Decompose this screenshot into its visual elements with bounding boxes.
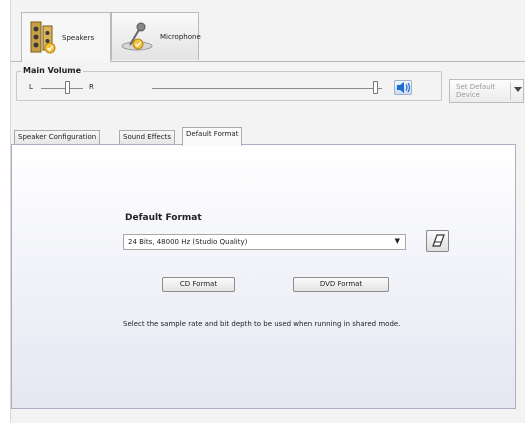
set-default-label-line1: Set Default xyxy=(456,83,496,91)
audio-manager-window: Speakers Microphone Main Volume L R Set … xyxy=(10,0,525,423)
balance-slider-handle[interactable] xyxy=(65,81,70,94)
tab-speakers[interactable]: Speakers xyxy=(21,12,111,62)
volume-slider-handle[interactable] xyxy=(373,81,378,94)
default-format-panel: Default Format 24 Bits, 48000 Hz (Studio… xyxy=(11,144,516,409)
eraser-icon xyxy=(427,234,448,253)
tab-speakers-label: Speakers xyxy=(62,33,95,42)
tab-sound-effects[interactable]: Sound Effects xyxy=(119,130,176,145)
mute-button[interactable] xyxy=(394,80,412,95)
volume-slider-track[interactable] xyxy=(152,88,382,89)
tab-speaker-configuration[interactable]: Speaker Configuration xyxy=(14,130,101,145)
chevron-down-icon[interactable] xyxy=(514,87,522,95)
default-format-title: Default Format xyxy=(125,213,202,223)
tab-microphone[interactable]: Microphone xyxy=(111,12,201,60)
reset-button[interactable] xyxy=(426,230,449,252)
balance-slider-track[interactable] xyxy=(41,88,83,89)
set-default-label-line2: Device xyxy=(456,91,480,99)
cd-format-button[interactable]: CD Format xyxy=(162,277,235,292)
chevron-down-icon: ▼ xyxy=(394,237,400,245)
microphone-icon xyxy=(120,20,154,54)
main-volume-group: Main Volume L R xyxy=(16,66,442,101)
main-volume-title: Main Volume xyxy=(21,66,84,75)
format-select-value: 24 Bits, 48000 Hz (Studio Quality) xyxy=(128,238,248,246)
set-default-device-button[interactable]: Set Default Device xyxy=(449,79,524,103)
balance-left-label: L xyxy=(29,83,33,91)
format-description: Select the sample rate and bit depth to … xyxy=(123,320,401,328)
speaker-icon xyxy=(30,20,56,56)
tab-microphone-label: Microphone xyxy=(160,32,201,41)
tab-default-format[interactable]: Default Format xyxy=(182,127,243,146)
dvd-format-button[interactable]: DVD Format xyxy=(293,277,389,292)
speaker-volume-icon xyxy=(395,82,411,96)
split-divider xyxy=(510,82,511,100)
format-select[interactable]: 24 Bits, 48000 Hz (Studio Quality) ▼ xyxy=(123,234,406,250)
balance-right-label: R xyxy=(89,83,94,91)
